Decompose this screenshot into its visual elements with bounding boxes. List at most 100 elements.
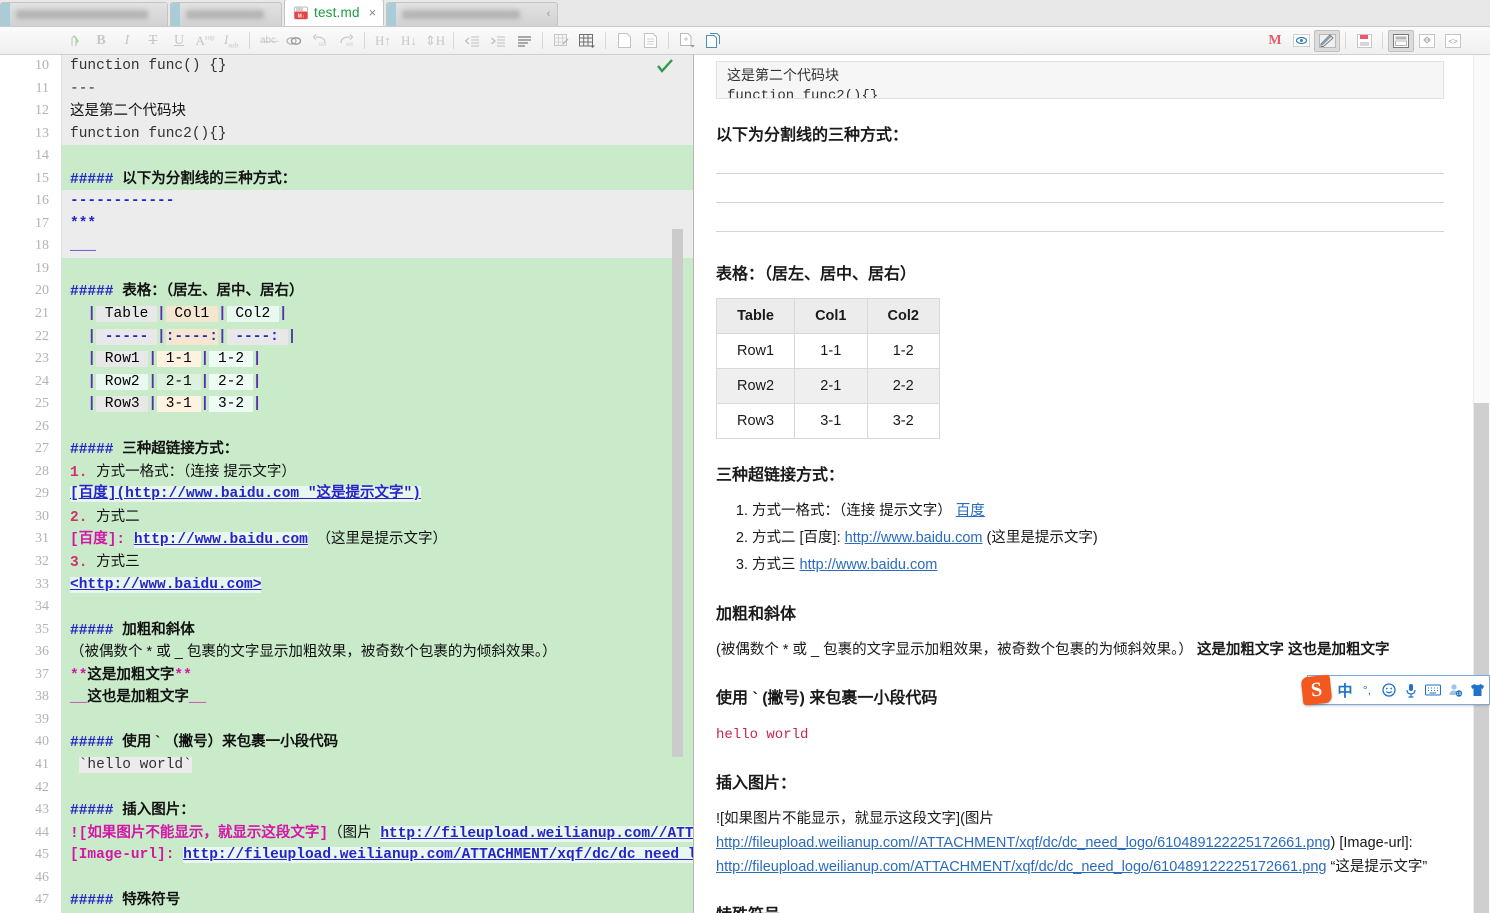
markdown-mode-icon[interactable]: M xyxy=(1262,30,1288,52)
close-icon[interactable]: × xyxy=(369,6,377,19)
editor-line[interactable]: *** xyxy=(62,212,693,236)
chinese-mode-icon[interactable]: 中 xyxy=(1334,680,1356,701)
editor-line[interactable]: ------------ xyxy=(62,190,693,213)
editor-line[interactable]: [Image-url]: http://fileupload.weilianup… xyxy=(62,844,693,867)
emoji-icon[interactable] xyxy=(1378,683,1400,697)
editor-line[interactable] xyxy=(62,145,693,168)
preview-divider-3 xyxy=(716,231,1444,232)
indent-decrease-icon[interactable] xyxy=(459,30,485,52)
preview-scrollbar-thumb[interactable] xyxy=(1474,403,1489,913)
table-cell: 3-1 xyxy=(794,403,868,439)
italic-icon[interactable]: I xyxy=(114,30,140,52)
editor-line[interactable]: | Table | Col1 | Col2 | xyxy=(62,303,693,326)
editor-line[interactable]: 1. 方式一格式：（连接 提示文字） xyxy=(62,460,693,484)
editor-line[interactable]: 3. 方式三 xyxy=(62,551,693,574)
editor-line[interactable] xyxy=(62,415,693,439)
editor-line[interactable]: ##### 使用 ` （撇号）来包裹一小段代码 xyxy=(62,731,693,754)
markdown-editor-pane[interactable]: 10 11 12 13 14 15 16 17 18 19 20 21 22 23 24 25 26 27 28 29… xyxy=(0,55,694,913)
user-center-icon[interactable]: 15 xyxy=(1444,683,1466,697)
editor-line[interactable]: （被偶数个 * 或 _ 包裹的文字显示加粗效果，被奇数个包裹的为倾斜效果。） xyxy=(62,641,693,664)
strikethrough-icon[interactable]: T xyxy=(140,30,166,52)
editor-line[interactable]: function func2(){} xyxy=(62,122,693,146)
split-layout-icon[interactable] xyxy=(1388,29,1414,52)
editor-line[interactable]: ___ xyxy=(62,235,693,258)
hyperlink[interactable]: http://www.baidu.com xyxy=(800,557,938,573)
soft-keyboard-icon[interactable] xyxy=(1422,684,1444,696)
editor-line[interactable]: [百度]: http://www.baidu.com （这里是提示文字） xyxy=(62,528,693,552)
editor-code-area[interactable]: function func() {} --- 这是第二个代码块 function fu… xyxy=(62,55,693,913)
heading-down-icon[interactable]: H↓ xyxy=(396,30,422,52)
browser-tab-blurred-3[interactable]: ‹ xyxy=(386,2,559,26)
page-blank-icon[interactable] xyxy=(611,30,637,52)
browser-tab-blurred-2[interactable] xyxy=(170,2,282,26)
voice-input-icon[interactable] xyxy=(1400,683,1422,698)
export-page-icon[interactable] xyxy=(674,30,700,52)
format-painter-icon[interactable] xyxy=(62,30,88,52)
editor-line[interactable]: ##### 三种超链接方式： xyxy=(62,438,693,461)
hyperlink[interactable]: http://www.baidu.com xyxy=(845,530,983,546)
page-lines-icon[interactable] xyxy=(637,30,663,52)
preview-content: 这是第二个代码块 function func2(){} 以下为分割线的三种方式：… xyxy=(715,55,1444,913)
editor-line[interactable]: `hello world` xyxy=(62,753,693,777)
quote-right-icon[interactable]: 669 xyxy=(333,30,359,52)
editor-line[interactable]: **这是加粗文字** xyxy=(62,663,693,687)
editor-scrollbar-thumb[interactable] xyxy=(672,229,683,757)
source-code-icon[interactable]: <> xyxy=(1440,30,1466,52)
save-icon[interactable] xyxy=(1351,30,1377,52)
line-number: 24 xyxy=(35,373,49,389)
tab-bar: M↓ test.md × ‹ xyxy=(0,0,1490,27)
editor-line[interactable]: 这是第二个代码块 xyxy=(62,100,693,123)
editor-line[interactable]: __这也是加粗文字__ xyxy=(62,686,693,709)
editor-line[interactable]: ##### 插入图片： xyxy=(62,799,693,822)
editor-line[interactable]: | Row1 | 1-1 | 1-2 | xyxy=(62,348,693,371)
superscript-icon[interactable]: Asup xyxy=(192,30,218,52)
image-url-link-2[interactable]: http://fileupload.weilianup.com/ATTACHME… xyxy=(716,859,1326,875)
sogou-ime-toolbar[interactable]: 中 °, 15 xyxy=(1307,675,1490,705)
editor-line[interactable]: [百度](http://www.baidu.com ″这是提示文字″) xyxy=(62,483,693,506)
hyperlink[interactable]: 百度 xyxy=(956,503,985,519)
editor-line[interactable]: | Row2 | 2-1 | 2-2 | xyxy=(62,370,693,394)
editor-line[interactable]: function func() {} xyxy=(62,55,693,78)
editor-line[interactable]: | ----- |:----:| ----: | xyxy=(62,325,693,349)
punctuation-mode-icon[interactable]: °, xyxy=(1356,683,1378,697)
editor-line[interactable]: ##### 表格：（居左、居中、居右） xyxy=(62,280,693,304)
table-insert-icon[interactable] xyxy=(548,30,574,52)
underline-icon[interactable]: U xyxy=(166,30,192,52)
editor-line[interactable]: <http://www.baidu.com> xyxy=(62,573,693,597)
copy-page-icon[interactable] xyxy=(700,30,726,52)
bold-icon[interactable]: B xyxy=(88,30,114,52)
edit-pencil-icon[interactable] xyxy=(1314,29,1340,52)
editor-line[interactable] xyxy=(62,596,693,619)
editor-line[interactable]: ##### 特殊符号 xyxy=(62,889,693,912)
clear-format-icon[interactable]: a̶b̶c̶ xyxy=(255,30,281,52)
fullscreen-icon[interactable] xyxy=(1414,30,1440,52)
editor-line[interactable]: --- xyxy=(62,77,693,101)
markdown-preview-pane[interactable]: 这是第二个代码块 function func2(){} 以下为分割线的三种方式：… xyxy=(694,55,1490,913)
tab-test-md[interactable]: M↓ test.md × xyxy=(284,0,385,26)
indent-increase-icon[interactable] xyxy=(485,30,511,52)
list-icon[interactable] xyxy=(511,30,537,52)
editor-line[interactable] xyxy=(62,776,693,800)
image-url-link-1[interactable]: http://fileupload.weilianup.com//ATTACHM… xyxy=(716,835,1331,851)
editor-line[interactable]: | Row3 | 3-1 | 3-2 | xyxy=(62,393,693,416)
heading-reset-icon[interactable]: ⇕H xyxy=(422,30,448,52)
skin-icon[interactable] xyxy=(1466,683,1488,697)
table-grid-icon[interactable] xyxy=(574,30,600,52)
quote-left-icon[interactable]: 669 xyxy=(307,30,333,52)
editor-line[interactable]: ##### 以下为分割线的三种方式： xyxy=(62,167,693,191)
chevron-left-icon[interactable]: ‹ xyxy=(547,8,551,20)
editor-line[interactable] xyxy=(62,866,693,890)
heading-up-icon[interactable]: H↑ xyxy=(370,30,396,52)
subscript-icon[interactable]: Isub xyxy=(218,30,244,52)
editor-line[interactable] xyxy=(62,257,693,281)
editor-line[interactable] xyxy=(62,708,693,732)
line-number: 44 xyxy=(35,824,49,840)
editor-line[interactable]: ##### 加粗和斜体 xyxy=(62,618,693,642)
link-icon[interactable] xyxy=(281,30,307,52)
editor-line[interactable]: 2. 方式二 xyxy=(62,505,693,529)
sogou-logo-icon[interactable]: S xyxy=(1300,674,1333,706)
preview-eye-icon[interactable] xyxy=(1288,30,1314,52)
preview-scrollbar-track[interactable] xyxy=(1473,55,1490,913)
editor-line[interactable]: ![如果图片不能显示，就显示这段文字]（图片 http://fileupload… xyxy=(62,821,693,845)
browser-tab-blurred-1[interactable] xyxy=(0,2,168,26)
